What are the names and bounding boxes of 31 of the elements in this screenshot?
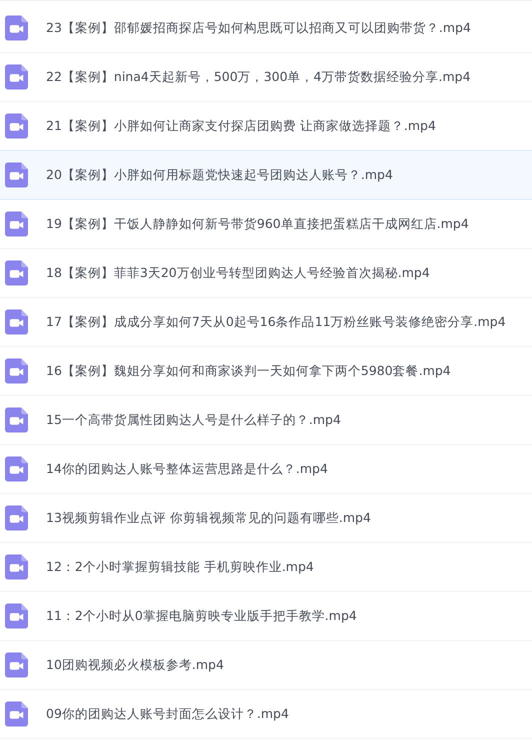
video-file-icon — [5, 652, 28, 678]
file-name: 22【案例】nina4天起新号，500万，300单，4万带货数据经验分享.mp4 — [46, 68, 471, 86]
video-file-icon — [5, 309, 28, 335]
file-name: 10团购视频必火模板参考.mp4 — [46, 656, 224, 674]
file-name: 12：2个小时掌握剪辑技能 手机剪映作业.mp4 — [46, 558, 314, 576]
file-name: 09你的团购达人账号封面怎么设计？.mp4 — [46, 706, 289, 722]
video-file-icon — [5, 407, 28, 433]
video-file-icon — [5, 113, 28, 139]
file-name: 11：2个小时从0掌握电脑剪映专业版手把手教学.mp4 — [46, 608, 357, 624]
file-row[interactable]: 20【案例】小胖如何用标题党快速起号团购达人账号？.mp4 — [0, 151, 532, 200]
video-file-icon — [5, 603, 28, 629]
file-name: 18【案例】菲菲3天20万创业号转型团购达人号经验首次揭秘.mp4 — [46, 264, 430, 282]
video-file-icon — [5, 554, 28, 580]
video-file-icon — [5, 505, 28, 531]
file-name: 15一个高带货属性团购达人号是什么样子的？.mp4 — [46, 412, 341, 428]
file-name: 17【案例】成成分享如何7天从0起号16条作品11万粉丝账号装修绝密分享.mp4 — [46, 314, 506, 330]
file-name: 21【案例】小胖如何让商家支付探店团购费 让商家做选择题？.mp4 — [46, 118, 436, 134]
video-file-icon — [5, 260, 28, 286]
video-file-icon — [5, 64, 28, 90]
video-file-icon — [5, 15, 28, 41]
video-file-icon — [5, 211, 28, 237]
file-name: 23【案例】邵郁媛招商探店号如何构思既可以招商又可以团购带货？.mp4 — [46, 20, 471, 36]
file-name: 19【案例】干饭人静静如何新号带货960单直接把蛋糕店干成网红店.mp4 — [46, 216, 469, 232]
file-name: 16【案例】魏姐分享如何和商家谈判一天如何拿下两个5980套餐.mp4 — [46, 362, 451, 380]
video-file-icon — [5, 162, 28, 188]
file-name: 20【案例】小胖如何用标题党快速起号团购达人账号？.mp4 — [46, 166, 393, 184]
file-name: 14你的团购达人账号整体运营思路是什么？.mp4 — [46, 460, 328, 478]
file-name: 13视频剪辑作业点评 你剪辑视频常见的问题有哪些.mp4 — [46, 510, 371, 526]
video-file-icon — [5, 701, 28, 727]
video-file-icon — [5, 358, 28, 384]
video-file-icon — [5, 456, 28, 482]
